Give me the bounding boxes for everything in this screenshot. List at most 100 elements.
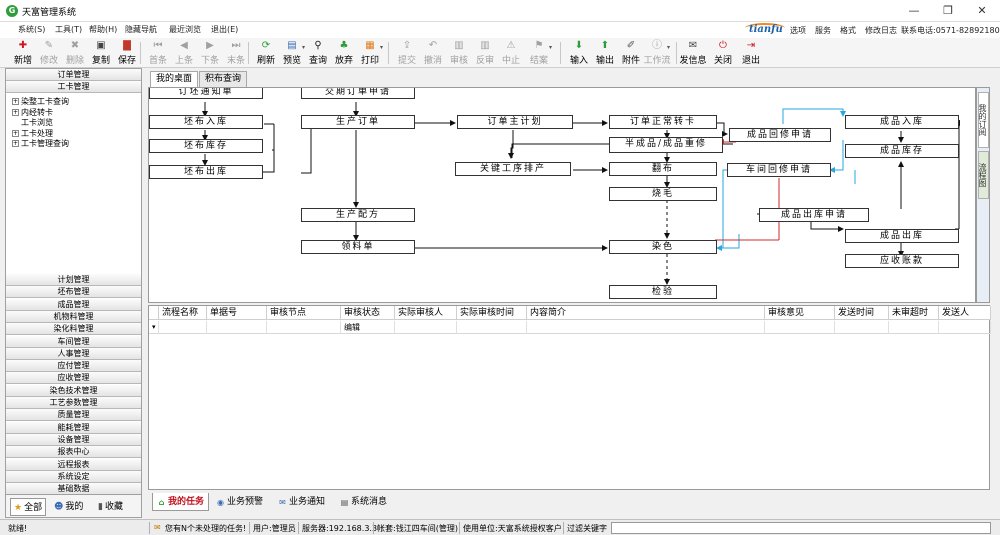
nav-module-item[interactable]: 设备管理	[6, 433, 141, 446]
nav-module-item[interactable]: 车间管理	[6, 335, 141, 348]
table-cell[interactable]	[765, 321, 835, 334]
menu-recent[interactable]: 最近浏览	[169, 24, 201, 35]
flow-node-n3[interactable]: 坯布库存	[149, 139, 263, 153]
flow-node-n17[interactable]: 成品回修申请	[729, 128, 831, 142]
table-cell[interactable]	[457, 321, 527, 334]
tree-item[interactable]: + 内经转卡	[12, 107, 53, 118]
tree-item[interactable]: + 工卡处理	[12, 128, 53, 139]
side-tab-flowchart[interactable]: 流程图	[978, 151, 989, 199]
flow-node-n14[interactable]: 烧毛	[609, 187, 717, 201]
table-cell[interactable]	[889, 321, 939, 334]
table-cell[interactable]	[207, 321, 267, 334]
nav-module-item[interactable]: 人事管理	[6, 347, 141, 360]
side-tab-subscription[interactable]: 我的订阅	[978, 92, 989, 148]
column-header[interactable]: 发送时间	[835, 306, 889, 320]
column-header[interactable]: 审核节点	[267, 306, 341, 320]
tree-item[interactable]: + 工卡管理查询	[12, 138, 69, 149]
flow-node-n4[interactable]: 坯布出库	[149, 165, 263, 179]
exit-button[interactable]: ⇥ 退出	[738, 39, 764, 67]
table-cell[interactable]	[835, 321, 889, 334]
flow-node-n7[interactable]: 生产配方	[301, 208, 415, 222]
task-tab-system-message[interactable]: ▤ 系统消息	[336, 493, 391, 511]
nav-module-item[interactable]: 远程报表	[6, 458, 141, 471]
flow-node-n10[interactable]: 关键工序排产	[455, 162, 571, 176]
table-cell[interactable]	[939, 321, 991, 334]
flow-node-n1[interactable]: 订坯通知单	[149, 88, 263, 99]
link-options[interactable]: 选项	[790, 25, 806, 36]
column-header[interactable]: 内容简介	[527, 306, 765, 320]
flow-node-n23[interactable]: 应收账款	[845, 254, 959, 268]
save-button[interactable]: ▇ 保存	[114, 39, 140, 67]
column-header[interactable]: 实际审核人	[395, 306, 457, 320]
nav-module-item[interactable]: 应付管理	[6, 360, 141, 373]
link-service[interactable]: 服务	[815, 25, 831, 36]
flow-node-n18[interactable]: 车间回修申请	[727, 163, 831, 177]
nav-tab-favorite[interactable]: ▮ 收藏	[98, 498, 123, 516]
column-header[interactable]: 单据号	[207, 306, 267, 320]
task-tab-warning[interactable]: ◉ 业务预警	[212, 493, 267, 511]
menu-tools[interactable]: 工具(T)	[55, 24, 82, 35]
column-header[interactable]: 发送人	[939, 306, 991, 320]
task-tab-home[interactable]: ⌂ 我的任务	[152, 493, 210, 511]
link-format[interactable]: 格式	[840, 25, 856, 36]
flow-node-n9[interactable]: 订单主计划	[457, 115, 573, 129]
nav-module-item[interactable]: 系统设定	[6, 470, 141, 483]
nav-module-item[interactable]: 坯布管理	[6, 286, 141, 299]
nav-header-order[interactable]: 订单管理	[6, 69, 141, 81]
menu-help[interactable]: 帮助(H)	[89, 24, 117, 35]
expand-icon[interactable]: +	[12, 98, 19, 105]
flow-node-n20[interactable]: 成品库存	[845, 144, 959, 158]
link-changelog[interactable]: 修改日志	[865, 25, 897, 36]
flow-node-n22[interactable]: 成品出库	[845, 229, 959, 243]
expand-icon[interactable]: +	[12, 129, 19, 137]
flow-node-n12[interactable]: 半成品/成品重修	[609, 137, 723, 153]
message-button[interactable]: ✉ 发信息	[679, 39, 706, 67]
nav-module-item[interactable]: 工艺参数管理	[6, 397, 141, 409]
flow-node-n15[interactable]: 染色	[609, 240, 717, 254]
menu-exit[interactable]: 退出(E)	[211, 24, 238, 35]
expand-icon[interactable]: +	[12, 140, 19, 147]
table-cell[interactable]	[267, 321, 341, 334]
table-cell[interactable]	[159, 321, 207, 334]
column-header[interactable]: 流程名称	[159, 306, 207, 320]
menu-hide-nav[interactable]: 隐藏导航	[125, 24, 157, 35]
menu-system[interactable]: 系统(S)	[18, 24, 45, 35]
nav-module-item[interactable]: 计划管理	[6, 274, 141, 286]
flow-node-n2[interactable]: 坯布入库	[149, 115, 263, 129]
close-window-button[interactable]: ✕	[968, 2, 996, 20]
tab-my-desktop[interactable]: 我的桌面	[150, 71, 199, 87]
column-header[interactable]: 实际审核时间	[457, 306, 527, 320]
filter-keyword-input[interactable]	[611, 522, 991, 534]
minimize-button[interactable]: —	[900, 2, 928, 20]
table-cell[interactable]	[527, 321, 765, 334]
nav-tab-user[interactable]: ☻ 我的	[54, 498, 83, 516]
task-tab-mail[interactable]: ✉ 业务通知	[274, 493, 329, 511]
nav-module-item[interactable]: 染化料管理	[6, 323, 141, 336]
table-cell[interactable]	[395, 321, 457, 334]
tree-item[interactable]: + 染整工卡查询	[12, 96, 69, 107]
column-header[interactable]: 未审超时	[889, 306, 939, 320]
nav-header-card[interactable]: 工卡管理	[6, 81, 141, 93]
tab-fabric-query[interactable]: 积布查询	[199, 71, 248, 87]
expand-icon[interactable]: +	[12, 108, 19, 116]
flow-node-n21[interactable]: 成品出库申请	[759, 208, 869, 222]
column-header[interactable]: 审核意见	[765, 306, 835, 320]
nav-module-item[interactable]: 能耗管理	[6, 421, 141, 434]
flow-node-n5[interactable]: 交期订单申请	[301, 88, 415, 99]
status-tasks[interactable]: 您有N个未处理的任务!	[165, 523, 246, 534]
flow-node-n13[interactable]: 翻布	[609, 162, 717, 176]
last-button[interactable]: ⏭ 末条	[223, 39, 249, 67]
flow-node-n11[interactable]: 订单正常转卡	[609, 115, 717, 129]
dropdown-arrow-icon[interactable]: ▾	[549, 44, 552, 51]
flow-node-n16[interactable]: 检验	[609, 285, 717, 299]
nav-module-item[interactable]: 应收管理	[6, 372, 141, 385]
flow-node-n6[interactable]: 生产订单	[301, 115, 415, 129]
table-cell[interactable]: 编辑	[341, 321, 395, 334]
nav-module-item[interactable]: 成品管理	[6, 298, 141, 311]
nav-module-item[interactable]: 染色技术管理	[6, 384, 141, 397]
flow-node-n8[interactable]: 领料单	[301, 240, 415, 254]
nav-module-item[interactable]: 机物料管理	[6, 310, 141, 323]
tree-item[interactable]: 工卡浏览	[12, 117, 53, 128]
nav-module-item[interactable]: 报表中心	[6, 446, 141, 459]
dropdown-arrow-icon[interactable]: ▾	[667, 44, 670, 51]
